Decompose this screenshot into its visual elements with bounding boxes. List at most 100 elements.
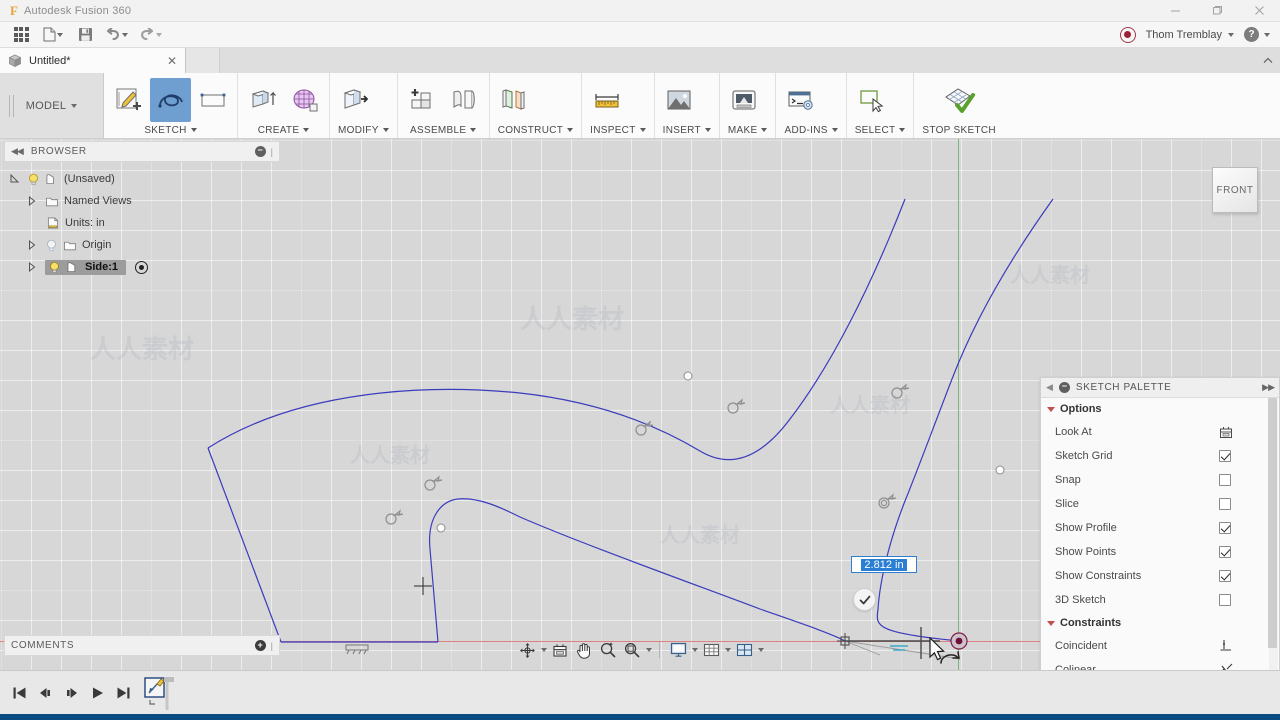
- form-button[interactable]: [284, 78, 325, 122]
- lightbulb-off-icon[interactable]: [45, 239, 58, 252]
- spline-tool-button[interactable]: [150, 78, 191, 122]
- chevron-down-icon[interactable]: [692, 648, 698, 652]
- zoom-window-tool-button[interactable]: [621, 639, 643, 661]
- section-header-options[interactable]: Options: [1041, 398, 1279, 420]
- offset-plane-button[interactable]: [494, 78, 535, 122]
- insert-mcmaster-button[interactable]: [659, 78, 700, 122]
- show-data-panel-button[interactable]: [8, 24, 34, 46]
- new-component-button[interactable]: [402, 78, 443, 122]
- chevron-down-icon[interactable]: [646, 648, 652, 652]
- palette-scrollbar-track[interactable]: [1268, 398, 1278, 670]
- expand-triangle-icon[interactable]: [10, 174, 22, 184]
- timeline-step-forward-button[interactable]: [60, 681, 82, 705]
- slice-checkbox[interactable]: [1219, 498, 1231, 510]
- lightbulb-on-icon[interactable]: [27, 173, 40, 186]
- create-sketch-button[interactable]: [108, 78, 149, 122]
- viewports-button[interactable]: [733, 639, 755, 661]
- sketch-grid-checkbox[interactable]: [1219, 450, 1231, 462]
- joint-button[interactable]: [444, 78, 485, 122]
- palette-row-sketch-grid[interactable]: Sketch Grid: [1041, 444, 1279, 468]
- close-icon[interactable]: ✕: [165, 54, 179, 68]
- minimize-panel-icon[interactable]: −: [1058, 382, 1070, 393]
- user-account-menu[interactable]: Thom Tremblay: [1146, 29, 1234, 41]
- tree-item-unsaved[interactable]: (Unsaved): [6, 168, 284, 190]
- lightbulb-on-icon[interactable]: [48, 261, 61, 274]
- extrude-button[interactable]: [242, 78, 283, 122]
- stop-sketch-ribbon-button[interactable]: [931, 78, 987, 122]
- confirm-dimension-button[interactable]: [853, 588, 876, 611]
- maximize-button[interactable]: [1196, 0, 1238, 22]
- palette-row-colinear[interactable]: Colinear: [1041, 658, 1279, 670]
- select-button[interactable]: [851, 78, 892, 122]
- orbit-tool-button[interactable]: [516, 639, 538, 661]
- palette-row-show-points[interactable]: Show Points: [1041, 540, 1279, 564]
- palette-row-show-profile[interactable]: Show Profile: [1041, 516, 1279, 540]
- pan-tool-button[interactable]: [573, 639, 595, 661]
- palette-grip-icon[interactable]: ◀: [1046, 382, 1053, 393]
- sketch-timeline-marker[interactable]: [144, 676, 176, 710]
- palette-row-coincident[interactable]: Coincident: [1041, 634, 1279, 658]
- ribbon-panel-title-assemble[interactable]: ASSEMBLE: [402, 122, 485, 138]
- workspace-selector[interactable]: MODEL: [0, 73, 104, 138]
- undo-button[interactable]: [100, 24, 132, 46]
- add-comment-icon[interactable]: +: [254, 640, 266, 651]
- display-settings-button[interactable]: [667, 639, 689, 661]
- collapse-ribbon-chevron-icon[interactable]: [1256, 48, 1280, 73]
- palette-scrollbar-thumb[interactable]: [1268, 398, 1277, 648]
- 3d-print-button[interactable]: [724, 78, 765, 122]
- sketch-visibility-target-icon[interactable]: [135, 260, 149, 274]
- ribbon-panel-title-addins[interactable]: ADD-INS: [780, 122, 841, 138]
- snap-checkbox[interactable]: [1219, 474, 1231, 486]
- section-header-constraints[interactable]: Constraints: [1041, 612, 1279, 634]
- redo-button[interactable]: [134, 24, 166, 46]
- rectangle-tool-button[interactable]: [192, 78, 233, 122]
- new-tab-button[interactable]: [186, 48, 220, 73]
- file-menu-button[interactable]: [36, 24, 70, 46]
- palette-row-show-constraints[interactable]: Show Constraints: [1041, 564, 1279, 588]
- show-constraints-checkbox[interactable]: [1219, 570, 1231, 582]
- palette-row-slice[interactable]: Slice: [1041, 492, 1279, 516]
- expand-triangle-icon[interactable]: [28, 240, 40, 250]
- measure-button[interactable]: [586, 78, 627, 122]
- dimension-input-field[interactable]: 2.812 in: [851, 556, 917, 573]
- screencast-record-button[interactable]: [1119, 26, 1136, 43]
- save-button[interactable]: [72, 24, 98, 46]
- minimize-panel-icon[interactable]: −: [254, 146, 266, 157]
- chevron-down-icon[interactable]: [758, 648, 764, 652]
- ribbon-panel-title-sketch[interactable]: SKETCH: [108, 122, 233, 138]
- ribbon-panel-title-create[interactable]: CREATE: [242, 122, 325, 138]
- grid-snaps-button[interactable]: [700, 639, 722, 661]
- show-points-checkbox[interactable]: [1219, 546, 1231, 558]
- chevron-down-icon[interactable]: [541, 648, 547, 652]
- ribbon-panel-title-construct[interactable]: CONSTRUCT: [494, 122, 577, 138]
- document-tab-untitled[interactable]: Untitled* ✕: [0, 48, 186, 73]
- tree-item-side-1[interactable]: Side:1: [6, 256, 284, 278]
- palette-row-3d-sketch[interactable]: 3D Sketch: [1041, 588, 1279, 612]
- tree-item-named-views[interactable]: Named Views: [6, 190, 284, 212]
- close-button[interactable]: [1238, 0, 1280, 22]
- ribbon-panel-title-insert[interactable]: INSERT: [659, 122, 715, 138]
- ribbon-panel-title-make[interactable]: MAKE: [724, 122, 772, 138]
- tree-item-origin[interactable]: Origin: [6, 234, 284, 256]
- press-pull-button[interactable]: [334, 78, 375, 122]
- ribbon-panel-title-inspect[interactable]: INSPECT: [586, 122, 649, 138]
- timeline-go-to-beginning-button[interactable]: [8, 681, 30, 705]
- coincident-icon[interactable]: [1219, 639, 1234, 653]
- view-cube[interactable]: FRONT: [1212, 167, 1258, 213]
- timeline-step-back-button[interactable]: [34, 681, 56, 705]
- expand-right-icon[interactable]: ▶▶: [1262, 382, 1275, 393]
- scripts-addins-button[interactable]: [780, 78, 821, 122]
- expand-triangle-icon[interactable]: [28, 196, 40, 206]
- 3d-sketch-checkbox[interactable]: [1219, 594, 1231, 606]
- minimize-button[interactable]: [1154, 0, 1196, 22]
- help-menu[interactable]: ?: [1244, 27, 1270, 42]
- comments-panel-header[interactable]: COMMENTS + |: [4, 635, 280, 656]
- colinear-icon[interactable]: [1219, 663, 1234, 670]
- expand-triangle-icon[interactable]: [28, 262, 40, 272]
- timeline-go-to-end-button[interactable]: [112, 681, 134, 705]
- tree-item-units[interactable]: Units: in: [6, 212, 284, 234]
- zoom-tool-button[interactable]: [597, 639, 619, 661]
- show-profile-checkbox[interactable]: [1219, 522, 1231, 534]
- timeline-play-button[interactable]: [86, 681, 108, 705]
- look-at-icon[interactable]: [1219, 426, 1233, 439]
